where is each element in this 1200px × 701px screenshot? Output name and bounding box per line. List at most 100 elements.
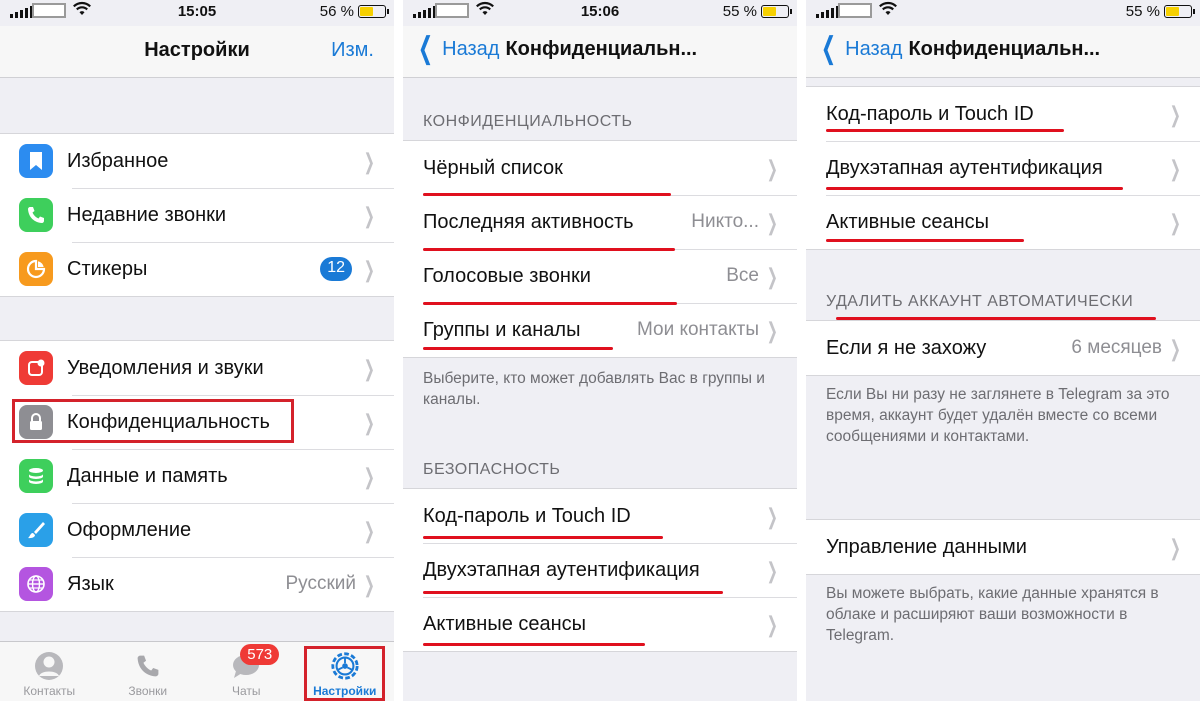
stickers-badge: 12: [320, 257, 352, 281]
highlight-underline: [826, 187, 1123, 190]
battery-percent: 55 %: [1125, 3, 1160, 20]
favorites-row[interactable]: Избранное ❯: [0, 134, 394, 188]
wifi-icon: [878, 1, 898, 22]
appearance-row[interactable]: Оформление ❯: [0, 503, 394, 557]
row-label: Оформление: [67, 518, 192, 541]
highlight-underline: [423, 643, 645, 646]
battery-icon: [761, 5, 792, 18]
notifications-row[interactable]: Уведомления и звуки ❯: [0, 341, 394, 395]
highlight-underline: [423, 193, 671, 196]
back-button[interactable]: ❮ Назад Конфиденциальн...: [816, 34, 1100, 64]
globe-icon: [19, 567, 53, 601]
phone-icon: [19, 198, 53, 232]
data-settings-group: Управление данными ❯: [806, 519, 1200, 575]
page-title: Конфиденциальн...: [908, 37, 1101, 60]
settings-group-main: Избранное ❯ Недавние звонки ❯ Стикеры 12…: [0, 133, 394, 297]
passcode-row[interactable]: Код-пароль и Touch ID ❯: [403, 489, 797, 543]
edit-button[interactable]: Изм.: [331, 39, 374, 62]
highlight-underline: [423, 248, 675, 251]
row-label: Управление данными: [826, 535, 1027, 558]
highlight-underline: [826, 239, 1024, 242]
highlight-underline: [423, 302, 677, 305]
row-value: 6 месяцев: [1071, 337, 1162, 358]
phone-icon: [133, 651, 163, 681]
bookmark-icon: [19, 144, 53, 178]
row-label: Язык: [67, 572, 114, 595]
row-label: Двухэтапная аутентификация: [826, 156, 1103, 179]
settings-tab-highlight-box: [304, 646, 385, 701]
row-label: Стикеры: [67, 257, 148, 280]
battery-percent: 55 %: [722, 3, 757, 20]
tab-label: Контакты: [23, 684, 76, 698]
chevron-right-icon: ❯: [766, 318, 778, 343]
recent-calls-row[interactable]: Недавние звонки ❯: [0, 188, 394, 242]
security-group: Код-пароль и Touch ID ❯ Двухэтапная ауте…: [403, 488, 797, 652]
language-row[interactable]: Язык Русский ❯: [0, 557, 394, 611]
delete-account-header: УДАЛИТЬ АККАУНТ АВТОМАТИЧЕСКИ: [826, 293, 1134, 310]
highlight-underline: [836, 317, 1156, 320]
tab-contacts[interactable]: Контакты: [0, 642, 99, 701]
chevron-right-icon: ❯: [1169, 210, 1181, 235]
data-storage-row[interactable]: Данные и память ❯: [0, 449, 394, 503]
row-label: Избранное: [67, 149, 169, 172]
chevron-right-icon: ❯: [1169, 535, 1181, 560]
privacy-footer: Выберите, кто может добавлять Вас в груп…: [423, 370, 765, 408]
row-label: Уведомления и звуки: [67, 356, 264, 379]
chevron-right-icon: ❯: [363, 464, 375, 489]
notification-icon: [19, 351, 53, 385]
page-title: Конфиденциальн...: [505, 37, 698, 60]
highlight-underline: [423, 591, 723, 594]
row-label: Если я не захожу: [826, 336, 987, 359]
status-bar: 55 %: [806, 0, 1200, 26]
security-section-header: БЕЗОПАСНОСТЬ: [423, 461, 561, 478]
tab-chats[interactable]: Чаты 573: [197, 642, 296, 701]
battery-percent: 56 %: [319, 3, 354, 20]
chevron-right-icon: ❯: [363, 356, 375, 381]
passcode-row[interactable]: Код-пароль и Touch ID ❯: [806, 87, 1200, 141]
status-bar: 15:05 56 %: [0, 0, 394, 26]
data-settings-footer: Вы можете выбрать, какие данные хранятся…: [826, 585, 1159, 644]
row-label: Код-пароль и Touch ID: [826, 102, 1034, 125]
tab-calls[interactable]: Звонки: [99, 642, 198, 701]
database-icon: [19, 459, 53, 493]
delete-account-footer: Если Вы ни разу не заглянете в Telegram …: [826, 386, 1170, 445]
signal-icon: [816, 6, 839, 18]
two-step-row[interactable]: Двухэтапная аутентификация ❯: [403, 543, 797, 597]
chevron-right-icon: ❯: [766, 504, 778, 529]
back-label: Назад: [442, 37, 500, 60]
chevron-right-icon: ❯: [1169, 102, 1181, 127]
brush-icon: [19, 513, 53, 547]
battery-icon: [1164, 5, 1195, 18]
tab-label: Чаты: [231, 684, 261, 698]
nav-bar: ❮ Назад Конфиденциальн...: [806, 26, 1200, 78]
privacy-screen-scrolled: 55 % ❮ Назад Конфиденциальн... Код-парол…: [806, 0, 1200, 701]
account-ttl-row[interactable]: Если я не захожу 6 месяцев ❯: [806, 321, 1200, 375]
voice-calls-row[interactable]: Голосовые звонки Все ❯: [403, 249, 797, 303]
chevron-right-icon: ❯: [766, 156, 778, 181]
row-value: Никто...: [691, 211, 759, 232]
tab-label: Звонки: [128, 684, 168, 698]
chevron-right-icon: ❯: [363, 518, 375, 543]
chevron-right-icon: ❯: [766, 612, 778, 637]
privacy-section-header: КОНФИДЕНЦИАЛЬНОСТЬ: [423, 113, 633, 130]
row-label: Активные сеансы: [826, 210, 990, 233]
nav-bar: ❮ Назад Конфиденциальн...: [403, 26, 797, 78]
data-settings-row[interactable]: Управление данными ❯: [806, 520, 1200, 574]
privacy-screen: 15:06 55 % ❮ Назад Конфиденциальн... КОН…: [403, 0, 797, 701]
row-label: Данные и память: [67, 464, 228, 487]
blocked-users-row[interactable]: Чёрный список ❯: [403, 141, 797, 195]
row-value: Мои контакты: [636, 319, 759, 340]
chevron-left-icon: ❮: [821, 32, 837, 65]
highlight-underline: [423, 536, 663, 539]
chats-badge: 573: [240, 644, 280, 665]
row-value: Все: [726, 265, 759, 286]
status-bar: 15:06 55 %: [403, 0, 797, 26]
back-button[interactable]: ❮ Назад Конфиденциальн...: [413, 34, 697, 64]
stickers-row[interactable]: Стикеры 12 ❯: [0, 242, 394, 296]
privacy-highlight-box: [12, 399, 294, 443]
last-seen-row[interactable]: Последняя активность Никто... ❯: [403, 195, 797, 249]
sticker-icon: [19, 252, 53, 286]
carrier-box: [838, 3, 872, 18]
security-group: Код-пароль и Touch ID ❯ Двухэтапная ауте…: [806, 86, 1200, 250]
row-label: Группы и каналы: [423, 318, 581, 341]
